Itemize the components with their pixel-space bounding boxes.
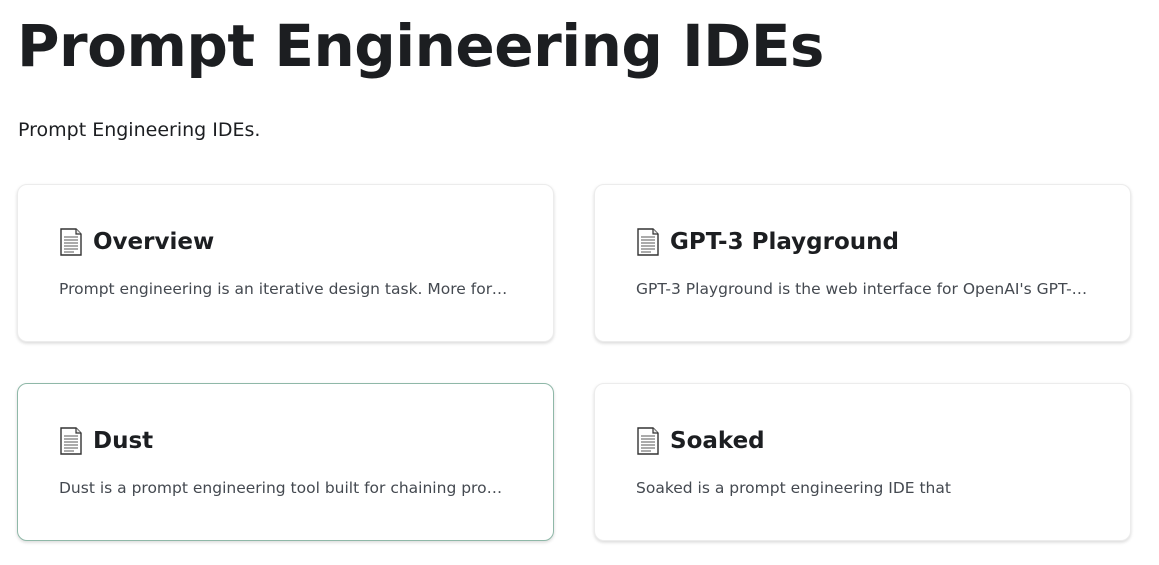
page-description: Prompt Engineering IDEs. xyxy=(18,119,261,141)
card-dust[interactable]: Dust Dust is a prompt engineering tool b… xyxy=(17,383,554,541)
card-header: Dust xyxy=(59,426,153,456)
card-title: Overview xyxy=(93,229,215,255)
card-header: Soaked xyxy=(636,426,765,456)
card-description: Soaked is a prompt engineering IDE that xyxy=(636,479,951,497)
document-icon xyxy=(59,228,83,256)
card-overview[interactable]: Overview Prompt engineering is an iterat… xyxy=(17,184,554,342)
document-icon xyxy=(636,427,660,455)
card-description: Prompt engineering is an iterative desig… xyxy=(59,280,514,298)
page-title: Prompt Engineering IDEs xyxy=(17,12,824,80)
card-gpt-3-playground[interactable]: GPT-3 Playground GPT-3 Playground is the… xyxy=(594,184,1131,342)
card-soaked[interactable]: Soaked Soaked is a prompt engineering ID… xyxy=(594,383,1131,541)
card-title: GPT-3 Playground xyxy=(670,229,899,255)
card-title: Soaked xyxy=(670,428,765,454)
card-description: Dust is a prompt engineering tool built … xyxy=(59,479,514,497)
page: Prompt Engineering IDEs Prompt Engineeri… xyxy=(0,0,1159,565)
card-header: GPT-3 Playground xyxy=(636,227,899,257)
card-header: Overview xyxy=(59,227,214,257)
card-title: Dust xyxy=(93,428,154,454)
card-description: GPT-3 Playground is the web interface fo… xyxy=(636,280,1091,298)
document-icon xyxy=(59,427,83,455)
document-icon xyxy=(636,228,660,256)
